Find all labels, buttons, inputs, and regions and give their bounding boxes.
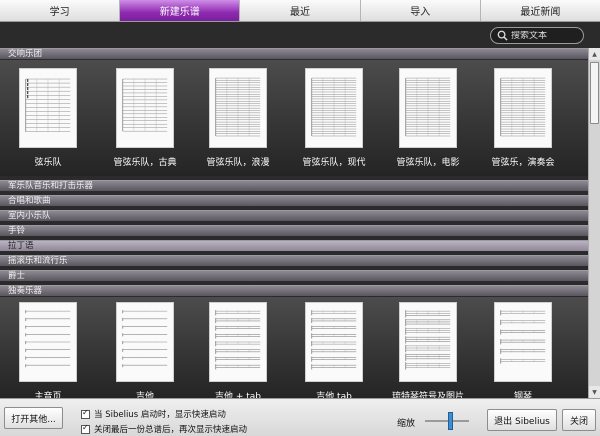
search-box[interactable] [490,27,584,44]
template-item[interactable]: 管弦乐队，现代 [289,68,379,168]
search-input[interactable] [511,30,581,41]
template-label: 吉他 [135,392,154,398]
footer-bar: 打开其他... 当 Sibelius 启动时，显示快速启动 关闭最后一份总谱后，… [0,398,600,436]
category-band-percussion[interactable]: 军乐队音乐和打击乐器 [0,180,588,191]
template-label: 管弦乐队，古典 [113,158,177,168]
tab-bar: 学习 新建乐谱 最近 导入 最近新闻 [0,0,600,22]
template-label: 吉他 + tab [214,392,262,398]
solo-templates: 主音页 吉他 吉他 + tab 吉他 tab 琉特琴符号及图片 钢琴 [0,297,588,398]
category-orchestral[interactable]: 交响乐团 [0,48,588,59]
category-jazz[interactable]: 爵士 [0,270,588,281]
template-label: 弦乐队 [34,158,62,168]
template-item[interactable]: 吉他 tab [289,302,379,398]
score-thumbnail [209,302,267,382]
open-other-button[interactable]: 打开其他... [4,407,63,429]
zoom-track [425,420,469,422]
zoom-handle[interactable] [448,412,454,430]
zoom-label: 缩放 [397,419,416,429]
category-latin[interactable]: 拉丁语 [0,240,588,251]
vertical-scrollbar[interactable]: ▲ ▼ [588,48,600,398]
category-chamber[interactable]: 室内小乐队 [0,210,588,221]
show-on-startup-checkbox[interactable] [81,408,90,419]
template-label: 管弦乐，演奏会 [491,158,555,168]
template-label: 主音页 [34,392,62,398]
exit-sibelius-button[interactable]: 退出 Sibelius [487,409,557,431]
template-item[interactable]: 管弦乐队，电影 [383,68,473,168]
template-item[interactable]: 吉他 [100,302,190,398]
template-item[interactable]: 吉他 + tab [193,302,283,398]
tab-latest-news[interactable]: 最近新闻 [480,0,600,21]
scroll-down-icon[interactable]: ▼ [589,386,600,398]
template-label: 管弦乐队，现代 [302,158,366,168]
template-label: 吉他 tab [316,392,352,398]
template-item[interactable]: 琉特琴符号及图片 [383,302,473,398]
score-thumbnail [494,68,552,148]
template-label: 琉特琴符号及图片 [391,392,464,398]
close-button[interactable]: 关闭 [562,409,596,431]
show-after-close-checkbox[interactable] [81,423,90,434]
zoom-slider[interactable] [425,412,469,430]
template-item[interactable]: 弦乐队 [3,68,93,168]
score-thumbnail [19,302,77,382]
score-thumbnail [116,302,174,382]
template-item[interactable]: 管弦乐，演奏会 [478,68,568,168]
score-thumbnail [305,68,363,148]
score-thumbnail [399,68,457,148]
show-on-startup-row[interactable]: 当 Sibelius 启动时，显示快速启动 [81,408,226,420]
category-solo[interactable]: 独奏乐器 [0,285,588,296]
tab-import[interactable]: 导入 [360,0,481,21]
template-item[interactable]: 管弦乐队，古典 [100,68,190,168]
template-list: 交响乐团 弦乐队 管弦乐队，古典 管弦乐队，浪漫 管弦乐队，现代 管弦乐队，电影… [0,48,588,398]
scroll-up-icon[interactable]: ▲ [589,48,600,60]
score-thumbnail [19,68,77,148]
template-item[interactable]: 主音页 [3,302,93,398]
tab-new-score[interactable]: 新建乐谱 [120,0,241,21]
tab-learn[interactable]: 学习 [0,0,121,21]
show-on-startup-label: 当 Sibelius 启动时，显示快速启动 [94,410,226,420]
score-thumbnail [399,302,457,382]
scrollbar-thumb[interactable] [590,62,599,124]
score-thumbnail [209,68,267,148]
template-label: 钢琴 [513,392,532,398]
tab-recent[interactable]: 最近 [240,0,361,21]
score-thumbnail [494,302,552,382]
search-icon [497,30,508,41]
score-thumbnail [116,68,174,148]
category-choral[interactable]: 合唱和歌曲 [0,195,588,206]
orchestral-templates: 弦乐队 管弦乐队，古典 管弦乐队，浪漫 管弦乐队，现代 管弦乐队，电影 管弦乐，… [0,60,588,176]
template-item[interactable]: 管弦乐队，浪漫 [193,68,283,168]
template-item[interactable]: 钢琴 [478,302,568,398]
score-thumbnail [305,302,363,382]
show-after-close-label: 关闭最后一份总谱后，再次显示快速启动 [94,425,248,435]
category-handbells[interactable]: 手铃 [0,225,588,236]
category-rock-pop[interactable]: 摇滚乐和流行乐 [0,255,588,266]
search-row [0,22,600,48]
template-label: 管弦乐队，浪漫 [206,158,270,168]
template-label: 管弦乐队，电影 [396,158,460,168]
show-after-close-row[interactable]: 关闭最后一份总谱后，再次显示快速启动 [81,423,247,435]
